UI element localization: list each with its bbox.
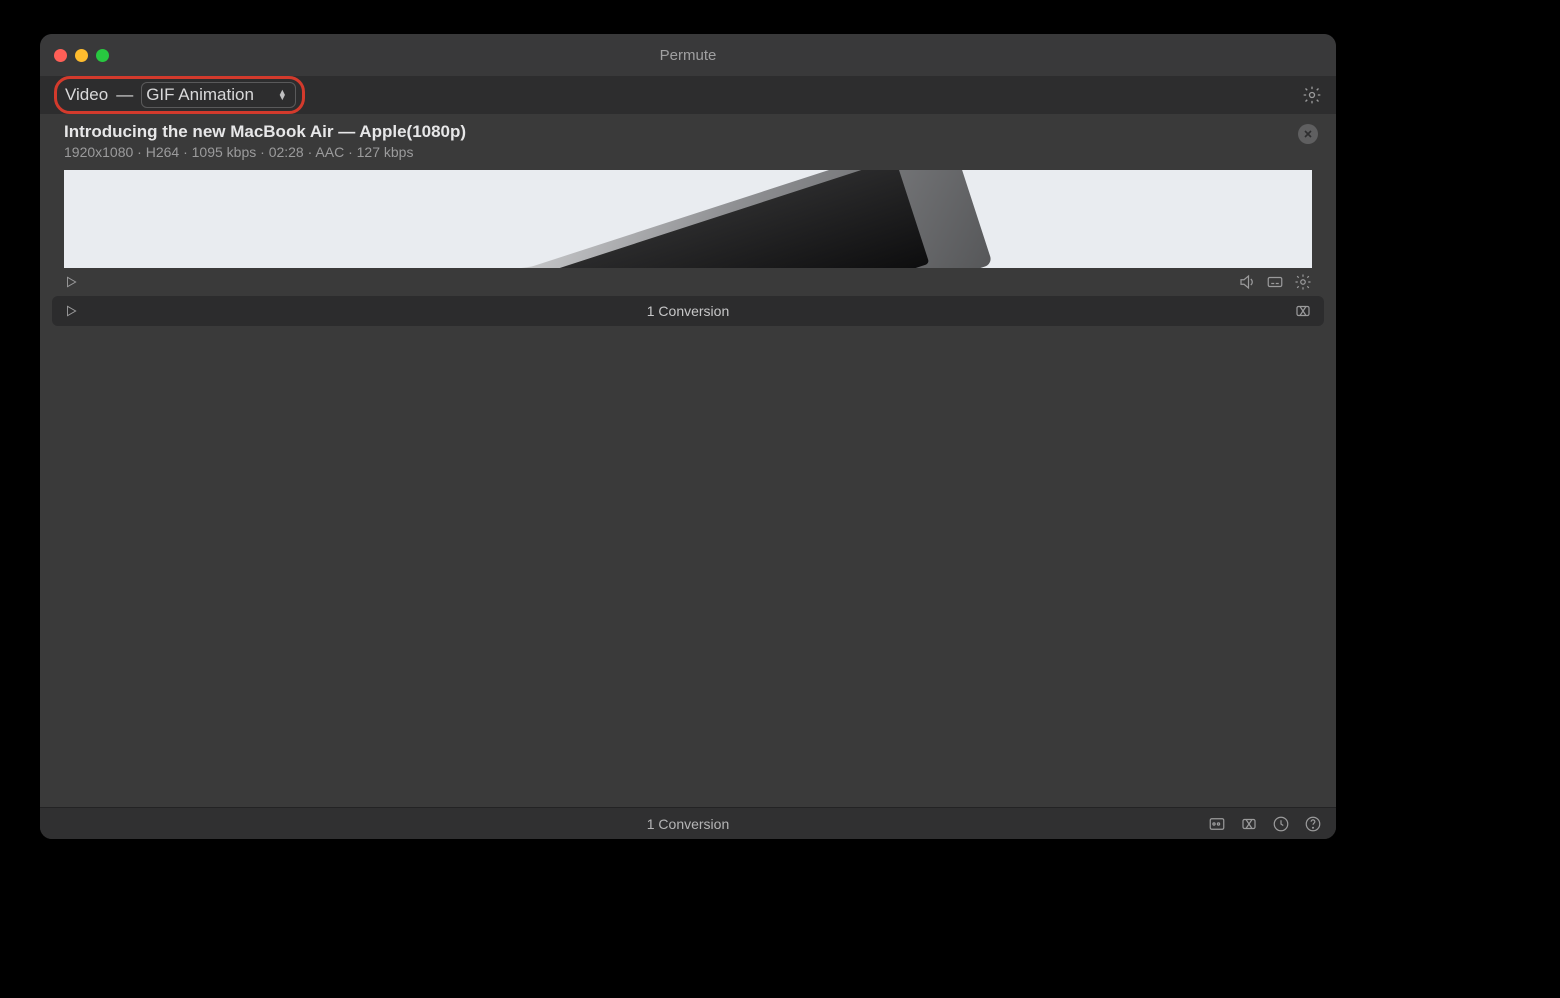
window-title: Permute [660,47,717,64]
queue-button[interactable] [1240,815,1258,833]
remove-item-button[interactable] [1298,124,1318,144]
item-header: Introducing the new MacBook Air — Apple(… [52,114,1324,164]
format-toolbar: Video — GIF Animation ▲▼ [40,76,1336,114]
item-settings-button[interactable] [1294,273,1312,291]
format-category-label: Video [65,85,108,105]
window-controls [54,49,109,62]
item-metadata: 1920x1080 · H264 · 1095 kbps · 02:28 · A… [64,144,1312,160]
toolbar-settings-button[interactable] [1302,85,1322,105]
item-thumbnail[interactable] [64,170,1312,268]
start-conversion-button[interactable] [64,304,78,318]
clear-queue-button[interactable] [1294,302,1312,320]
close-window-button[interactable] [54,49,67,62]
volume-icon[interactable] [1238,273,1256,291]
titlebar: Permute [40,34,1336,76]
presets-button[interactable] [1208,815,1226,833]
history-button[interactable] [1272,815,1290,833]
chevron-up-down-icon: ▲▼ [278,90,287,100]
format-preset-select[interactable]: GIF Animation ▲▼ [141,82,296,108]
help-button[interactable] [1304,815,1322,833]
content-area: Video — GIF Animation ▲▼ Introducing the… [40,76,1336,807]
queue-count-label: 1 Conversion [647,303,730,319]
format-preset-selected: GIF Animation [146,85,254,105]
preview-play-button[interactable] [64,275,78,289]
format-separator: — [116,85,133,105]
format-selector-group: Video — GIF Animation ▲▼ [54,76,305,114]
status-count-label: 1 Conversion [647,816,730,832]
minimize-window-button[interactable] [75,49,88,62]
conversion-item: Introducing the new MacBook Air — Apple(… [52,114,1324,296]
app-window: Permute Video — GIF Animation ▲▼ Introdu… [40,34,1336,839]
item-title: Introducing the new MacBook Air — Apple(… [64,122,1312,142]
queue-bar: 1 Conversion [52,296,1324,326]
status-bar: 1 Conversion [40,807,1336,839]
zoom-window-button[interactable] [96,49,109,62]
subtitles-icon[interactable] [1266,273,1284,291]
item-footer [52,268,1324,296]
